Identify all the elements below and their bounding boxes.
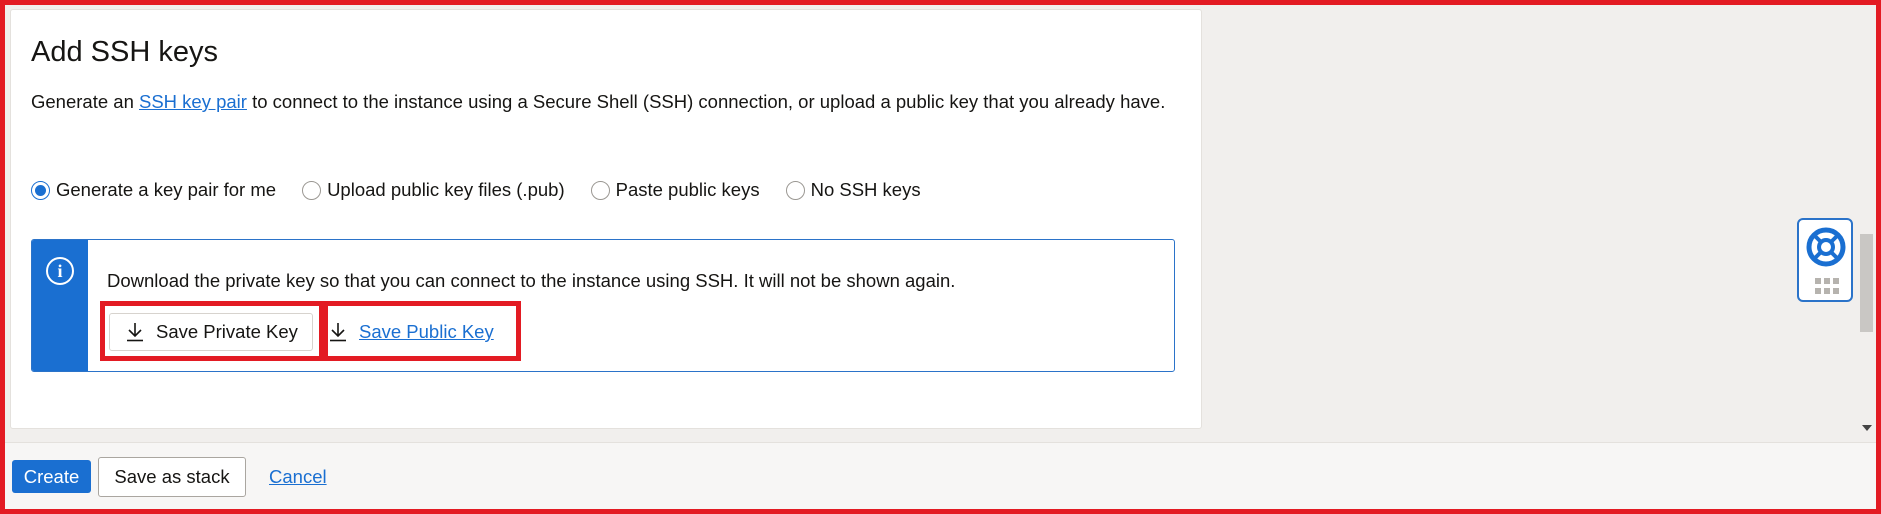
radio-label: Paste public keys bbox=[615, 179, 760, 200]
cancel-link[interactable]: Cancel bbox=[269, 466, 327, 488]
ssh-key-options: Generate a key pair for me Upload public… bbox=[31, 175, 947, 205]
radio-no-ssh-keys[interactable]: No SSH keys bbox=[785, 179, 921, 201]
save-private-key-label: Save Private Key bbox=[156, 321, 298, 342]
lifebuoy-icon bbox=[1806, 227, 1846, 267]
radio-generate-key-pair[interactable]: Generate a key pair for me bbox=[31, 179, 276, 201]
radio-indicator bbox=[302, 180, 322, 200]
radio-paste-public-keys[interactable]: Paste public keys bbox=[590, 179, 760, 201]
download-icon bbox=[330, 323, 346, 342]
scroll-down-arrow-icon[interactable] bbox=[1862, 425, 1872, 431]
save-private-key-button[interactable]: Save Private Key bbox=[109, 313, 313, 351]
section-title: Add SSH keys bbox=[31, 36, 218, 68]
help-widget[interactable] bbox=[1797, 218, 1853, 302]
radio-indicator bbox=[590, 180, 610, 200]
scrollbar-thumb[interactable] bbox=[1860, 234, 1873, 332]
radio-indicator bbox=[785, 180, 805, 200]
ssh-key-pair-link[interactable]: SSH key pair bbox=[139, 91, 247, 112]
radio-label: No SSH keys bbox=[810, 179, 921, 200]
description-text-end: to connect to the instance using a Secur… bbox=[246, 91, 1166, 112]
section-description: Generate an SSH key pair to connect to t… bbox=[31, 91, 1171, 113]
ssh-keys-panel: Add SSH keys Generate an SSH key pair to… bbox=[10, 9, 1202, 429]
drag-handle-icon[interactable] bbox=[1815, 278, 1839, 294]
create-button[interactable]: Create bbox=[12, 460, 91, 493]
info-alert-bar: i bbox=[32, 240, 88, 371]
save-as-stack-button[interactable]: Save as stack bbox=[98, 457, 246, 497]
radio-label: Upload public key files (.pub) bbox=[327, 179, 565, 200]
download-icon bbox=[127, 323, 143, 342]
radio-upload-public-key[interactable]: Upload public key files (.pub) bbox=[302, 179, 565, 201]
radio-label: Generate a key pair for me bbox=[56, 179, 277, 200]
info-alert-text: Download the private key so that you can… bbox=[107, 270, 956, 291]
description-text-start: Generate an bbox=[31, 91, 139, 112]
radio-selected-indicator bbox=[31, 180, 50, 200]
info-icon: i bbox=[46, 257, 74, 285]
save-public-key-button[interactable]: Save Public Key bbox=[329, 313, 494, 351]
save-public-key-label: Save Public Key bbox=[359, 321, 494, 342]
